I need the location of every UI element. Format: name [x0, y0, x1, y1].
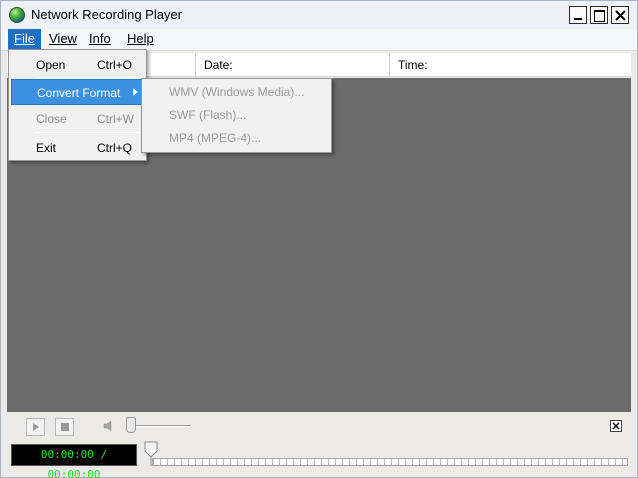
submenu-item-mp4[interactable]: MP4 (MPEG-4)... — [169, 127, 261, 149]
menu-view[interactable]: View — [43, 29, 83, 49]
seek-bar[interactable] — [152, 458, 628, 466]
column-date[interactable]: Date: — [195, 53, 388, 77]
app-window: Network Recording Player File View Info … — [0, 0, 638, 478]
menu-item-close-shortcut: Ctrl+W — [97, 112, 134, 126]
menu-item-close-label: Close — [36, 112, 67, 126]
menu-separator — [35, 132, 143, 133]
menu-bar: File View Info Help — [1, 29, 637, 51]
menu-view-label: View — [49, 31, 77, 46]
globe-app-icon — [9, 7, 25, 23]
close-icon — [615, 10, 626, 21]
menu-item-open-label: Open — [36, 58, 66, 72]
seek-thumb[interactable] — [143, 441, 159, 467]
title-bar[interactable]: Network Recording Player — [1, 1, 637, 29]
menu-item-exit[interactable]: Exit Ctrl+Q — [11, 135, 144, 161]
convert-format-submenu: WMV (Windows Media)... SWF (Flash)... MP… — [141, 78, 332, 153]
menu-file[interactable]: File — [8, 29, 41, 49]
volume-icon[interactable] — [103, 420, 115, 432]
menu-item-convert-label: Convert Format — [37, 86, 121, 100]
menu-item-exit-label: Exit — [36, 141, 57, 155]
submenu-item-wmv[interactable]: WMV (Windows Media)... — [169, 81, 304, 103]
menu-help-label: Help — [127, 31, 154, 46]
close-icon — [612, 422, 620, 430]
submenu-item-swf[interactable]: SWF (Flash)... — [169, 104, 246, 126]
menu-item-convert-format[interactable]: Convert Format — [11, 79, 144, 105]
minimize-button[interactable] — [569, 6, 587, 24]
time-display: 00:00:00 / 00:00:00 — [11, 444, 137, 478]
window-title: Network Recording Player — [31, 7, 183, 22]
playback-controls — [7, 413, 631, 440]
menu-separator — [35, 77, 143, 78]
volume-slider-track[interactable] — [131, 425, 191, 427]
column-time[interactable]: Time: — [389, 53, 631, 77]
timeline-bar: 00:00:00 / 00:00:00 — [7, 441, 631, 478]
file-dropdown-menu: Open Ctrl+O Convert Format Close Ctrl+W … — [8, 49, 147, 161]
menu-item-open[interactable]: Open Ctrl+O — [11, 52, 144, 78]
play-button[interactable] — [26, 418, 45, 436]
maximize-button[interactable] — [590, 6, 608, 24]
menu-info-label: Info — [89, 31, 111, 46]
submenu-arrow-icon — [133, 88, 138, 96]
menu-info[interactable]: Info — [83, 29, 117, 49]
menu-help[interactable]: Help — [121, 29, 160, 49]
menu-item-open-shortcut: Ctrl+O — [97, 58, 133, 72]
volume-slider-thumb[interactable] — [126, 417, 136, 433]
stop-button[interactable] — [55, 418, 74, 436]
menu-item-close[interactable]: Close Ctrl+W — [11, 106, 144, 132]
close-window-button[interactable] — [611, 6, 629, 24]
menu-item-exit-shortcut: Ctrl+Q — [97, 141, 133, 155]
close-panel-button[interactable] — [610, 420, 622, 432]
menu-file-label: File — [14, 31, 35, 46]
